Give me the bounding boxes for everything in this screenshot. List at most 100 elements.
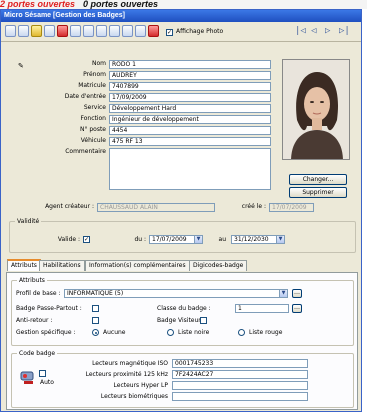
stop-icon[interactable] — [148, 25, 159, 37]
tab-habilitations[interactable]: Habilitations — [39, 260, 85, 271]
profil-browse-button[interactable]: … — [292, 289, 302, 298]
copy-icon[interactable] — [18, 25, 29, 37]
tab-panel: Attributs Profil de base : INFORMATIQUE … — [6, 272, 358, 410]
toolbar: ✓ Affichage Photo |◁ ◁ ▷ ▷| — [1, 22, 361, 42]
nom-label: Nom — [91, 60, 106, 67]
print-icon[interactable] — [109, 25, 120, 37]
gestion-liste-noire-label: Liste noire — [178, 329, 210, 336]
service-label: Service — [83, 104, 106, 111]
gestion-aucune-radio[interactable] — [92, 329, 99, 336]
date-au-picker[interactable]: 31/12/2030 ▼ — [231, 235, 285, 244]
service-field[interactable]: Développement Hard — [109, 104, 271, 113]
prox-reader-label: Lecteurs proximité 125 kHz — [85, 371, 168, 378]
tab-informations[interactable]: Information(s) complémentaires — [85, 260, 190, 271]
bio-reader-field[interactable] — [172, 392, 308, 401]
supprimer-photo-button[interactable]: Supprimer — [289, 187, 347, 198]
nom-field[interactable]: RODO 1 — [109, 60, 271, 69]
gestion-liste-rouge-label: Liste rouge — [249, 329, 283, 336]
employee-photo — [282, 59, 350, 160]
agent-createur-field: CHAUSSAUD ALAIN — [97, 203, 215, 212]
badge-icon[interactable] — [70, 25, 81, 37]
open-folder-icon[interactable] — [31, 25, 42, 37]
valide-label: Valide : — [57, 236, 80, 243]
first-record-button[interactable]: |◁ — [295, 26, 306, 36]
badge-visiteur-label: Badge Visiteur — [157, 317, 201, 324]
delete-icon[interactable] — [57, 25, 68, 37]
profil-select[interactable]: INFORMATIQUE (5) ▼ — [64, 289, 288, 298]
search-icon[interactable] — [122, 25, 133, 37]
affichage-photo-checkbox[interactable]: ✓ — [166, 29, 173, 36]
hyper-reader-field[interactable] — [172, 381, 308, 390]
background-status-strip: 2 portes ouvertes 0 portes ouvertes — [0, 0, 367, 9]
profil-value: INFORMATIQUE (5) — [67, 290, 124, 297]
badge-visiteur-checkbox[interactable] — [200, 317, 207, 324]
attributs-group-title: Attributs — [17, 277, 47, 284]
card-reader-icon[interactable] — [83, 25, 94, 37]
prenom-field[interactable]: AUDREY — [109, 71, 271, 80]
valide-checkbox[interactable]: ✓ — [83, 236, 90, 243]
date-au-value: 31/12/2030 — [234, 236, 269, 243]
poste-label: N° poste — [79, 126, 106, 133]
badge-passe-partout-checkbox[interactable] — [92, 305, 99, 312]
badge-management-window: Micro Sésame [Gestion des Badges] ✓ Affi… — [0, 9, 362, 412]
tab-attributs[interactable]: Attributs — [7, 259, 41, 271]
vehicule-field[interactable]: 475 RF 13 — [109, 137, 271, 146]
fonction-label: Fonction — [80, 115, 106, 122]
cree-le-field: 17/07/2009 — [269, 203, 314, 212]
badge-passe-partout-label: Badge Passe-Partout : — [16, 305, 82, 312]
new-icon[interactable] — [5, 25, 16, 37]
gestion-specifique-label: Gestion spécifique : — [16, 329, 76, 336]
gestion-liste-noire-radio[interactable] — [167, 329, 174, 336]
badge-reader-icon — [20, 371, 34, 384]
record-edit-marker: ✎ — [18, 62, 24, 70]
tab-digicodes[interactable]: Digicodes-badge — [189, 260, 248, 271]
anti-retour-checkbox[interactable] — [92, 317, 99, 324]
matricule-field[interactable]: 7407899 — [109, 82, 271, 91]
classe-badge-label: Classe du badge : — [157, 305, 211, 312]
gestion-aucune-label: Aucune — [103, 329, 126, 336]
poste-field[interactable]: 4454 — [109, 126, 271, 135]
au-label: au — [218, 236, 226, 243]
previous-record-button[interactable]: ◁ — [311, 26, 316, 36]
last-record-button[interactable]: ▷| — [339, 26, 350, 36]
date-du-value: 17/07/2009 — [152, 236, 187, 243]
prenom-label: Prénom — [83, 71, 106, 78]
chevron-down-icon[interactable]: ▼ — [276, 236, 284, 243]
validite-group-title: Validité — [15, 218, 42, 225]
commentaire-label: Commentaire — [65, 148, 106, 155]
auto-label: Auto — [40, 379, 54, 386]
agent-createur-label: Agent créateur : — [45, 203, 94, 210]
profil-label: Profil de base : — [16, 290, 61, 297]
iso-reader-label: Lecteurs magnétique ISO — [92, 360, 168, 367]
gestion-liste-rouge-radio[interactable] — [238, 329, 245, 336]
attributs-group: Attributs Profil de base : INFORMATIQUE … — [11, 277, 354, 346]
validite-group: Validité Valide : ✓ du : 17/07/2009 ▼ au… — [9, 218, 356, 253]
commentaire-field[interactable] — [109, 148, 271, 190]
affichage-photo-label: Affichage Photo — [176, 28, 224, 35]
cree-le-label: créé le : — [241, 203, 266, 210]
save-icon[interactable] — [44, 25, 55, 37]
iso-reader-field[interactable]: 0001745233 — [172, 359, 308, 368]
next-record-button[interactable]: ▷ — [325, 26, 330, 36]
chevron-down-icon[interactable]: ▼ — [279, 290, 287, 297]
chevron-down-icon[interactable]: ▼ — [194, 236, 202, 243]
edit-icon[interactable] — [135, 25, 146, 37]
classe-badge-field[interactable]: 1 — [235, 304, 289, 313]
bio-reader-label: Lecteurs biométriques — [100, 393, 168, 400]
anti-retour-label: Anti-retour : — [16, 317, 53, 324]
date-entree-field[interactable]: 17/09/2009 — [109, 93, 271, 102]
prox-reader-field[interactable]: 7F2424AC27 — [172, 370, 308, 379]
users-icon[interactable] — [96, 25, 107, 37]
changer-photo-button[interactable]: Changer... — [289, 174, 347, 185]
vehicule-label: Véhicule — [80, 137, 106, 144]
classe-browse-button[interactable]: … — [292, 304, 302, 313]
window-title: Micro Sésame [Gestion des Badges] — [1, 10, 361, 22]
du-label: du : — [134, 236, 146, 243]
code-badge-group-title: Code badge — [17, 350, 58, 357]
date-du-picker[interactable]: 17/07/2009 ▼ — [149, 235, 203, 244]
fonction-field[interactable]: Ingénieur de développement — [109, 115, 271, 124]
code-badge-group: Code badge Auto Lecteurs magnétique ISO … — [11, 350, 354, 408]
open-doors-red-text: 2 portes ouvertes — [0, 0, 76, 9]
auto-checkbox[interactable] — [39, 370, 46, 377]
hyper-reader-label: Lecteurs Hyper LP — [113, 382, 168, 389]
